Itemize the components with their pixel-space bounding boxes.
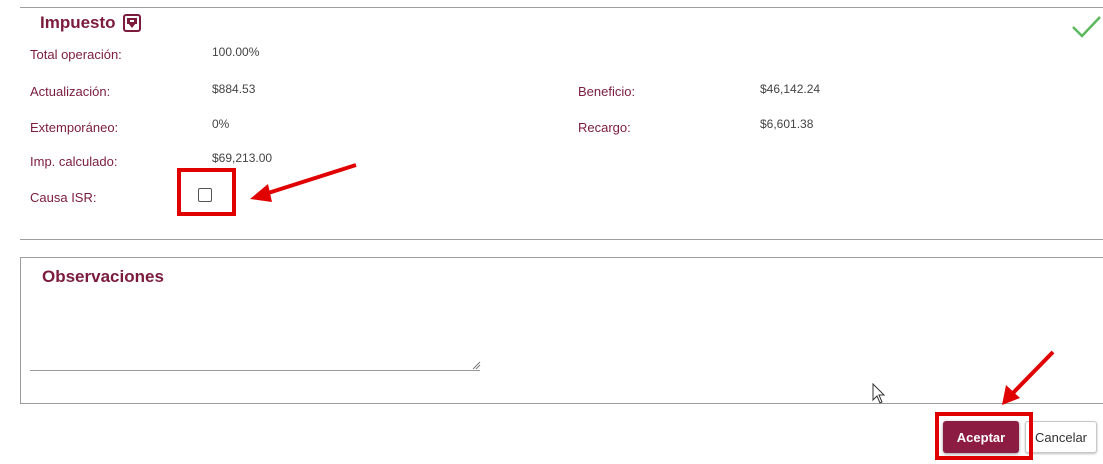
actualizacion-value: $884.53 — [212, 82, 256, 96]
imp-calculado-label: Imp. calculado: — [30, 154, 118, 169]
extemporaneo-label: Extemporáneo: — [30, 120, 119, 135]
observaciones-panel — [20, 257, 1103, 404]
accept-highlight-box — [935, 412, 1033, 460]
mouse-cursor-icon — [872, 383, 886, 404]
checkbox-highlight-box — [177, 168, 236, 216]
imp-calculado-value: $69,213.00 — [212, 151, 273, 165]
total-operacion-value: 100.00% — [212, 45, 260, 59]
recargo-value: $6,601.38 — [760, 117, 814, 131]
resize-grip-icon[interactable] — [471, 360, 481, 370]
causa-isr-label: Causa ISR: — [30, 190, 97, 205]
actualizacion-label: Actualización: — [30, 84, 111, 99]
beneficio-label: Beneficio: — [578, 84, 636, 99]
extemporaneo-value: 0% — [212, 117, 230, 131]
total-operacion-label: Total operación: — [30, 47, 122, 62]
cancelar-button[interactable]: Cancelar — [1025, 421, 1097, 453]
observaciones-title: Observaciones — [42, 267, 164, 286]
impuesto-title: Impuesto — [40, 13, 116, 32]
recargo-label: Recargo: — [578, 120, 631, 135]
success-check-icon — [1072, 16, 1101, 38]
beneficio-value: $46,142.24 — [760, 82, 821, 96]
observaciones-textarea[interactable] — [30, 370, 480, 371]
download-icon[interactable] — [123, 14, 141, 32]
